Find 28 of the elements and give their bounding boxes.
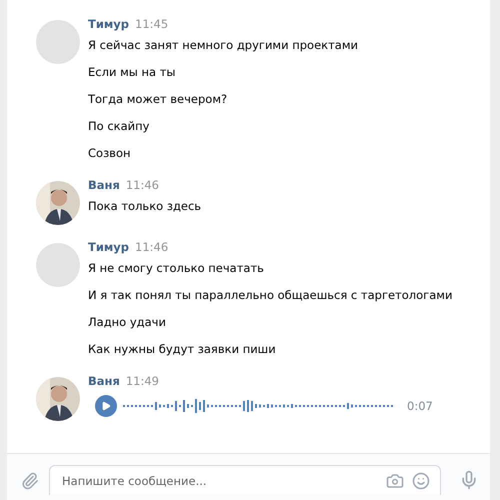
message-field[interactable]: Напишите сообщение...: [49, 465, 441, 495]
author-name[interactable]: Ваня: [88, 178, 120, 192]
message-text: Как нужны будут заявки пиши: [88, 341, 277, 358]
waveform-icon: [123, 396, 395, 416]
message-text: Я сейчас занят немного другими проектами: [88, 37, 359, 54]
emoji-icon[interactable]: [412, 472, 430, 490]
attach-icon[interactable]: [21, 472, 39, 490]
message-time: 11:45: [135, 17, 168, 31]
message-text: И я так понял ты параллельно общаешься с таргетологами: [88, 287, 454, 304]
message-time: 11:49: [126, 374, 160, 388]
author-name[interactable]: Ваня: [88, 374, 120, 388]
message-text: Созвон: [88, 145, 132, 162]
message-text: Я не смогу столько печатать: [88, 260, 265, 277]
message-text: Ладно удачи: [88, 314, 167, 331]
author-name[interactable]: Тимур: [88, 240, 130, 254]
message-time: 11:46: [135, 240, 168, 254]
avatar: [36, 20, 80, 64]
message-text: Тогда может вечером?: [88, 91, 228, 108]
message-time: 11:46: [126, 178, 160, 192]
play-button[interactable]: [95, 395, 117, 417]
message-text: Если мы на ты: [88, 64, 176, 81]
message-text: Пока только здесь: [88, 198, 202, 215]
voice-duration: 0:07: [407, 399, 433, 413]
message-text: По скайпу: [88, 118, 150, 135]
avatar: [36, 243, 80, 287]
author-name[interactable]: Тимур: [88, 17, 130, 31]
camera-icon[interactable]: [386, 472, 404, 490]
play-icon: [101, 401, 111, 411]
